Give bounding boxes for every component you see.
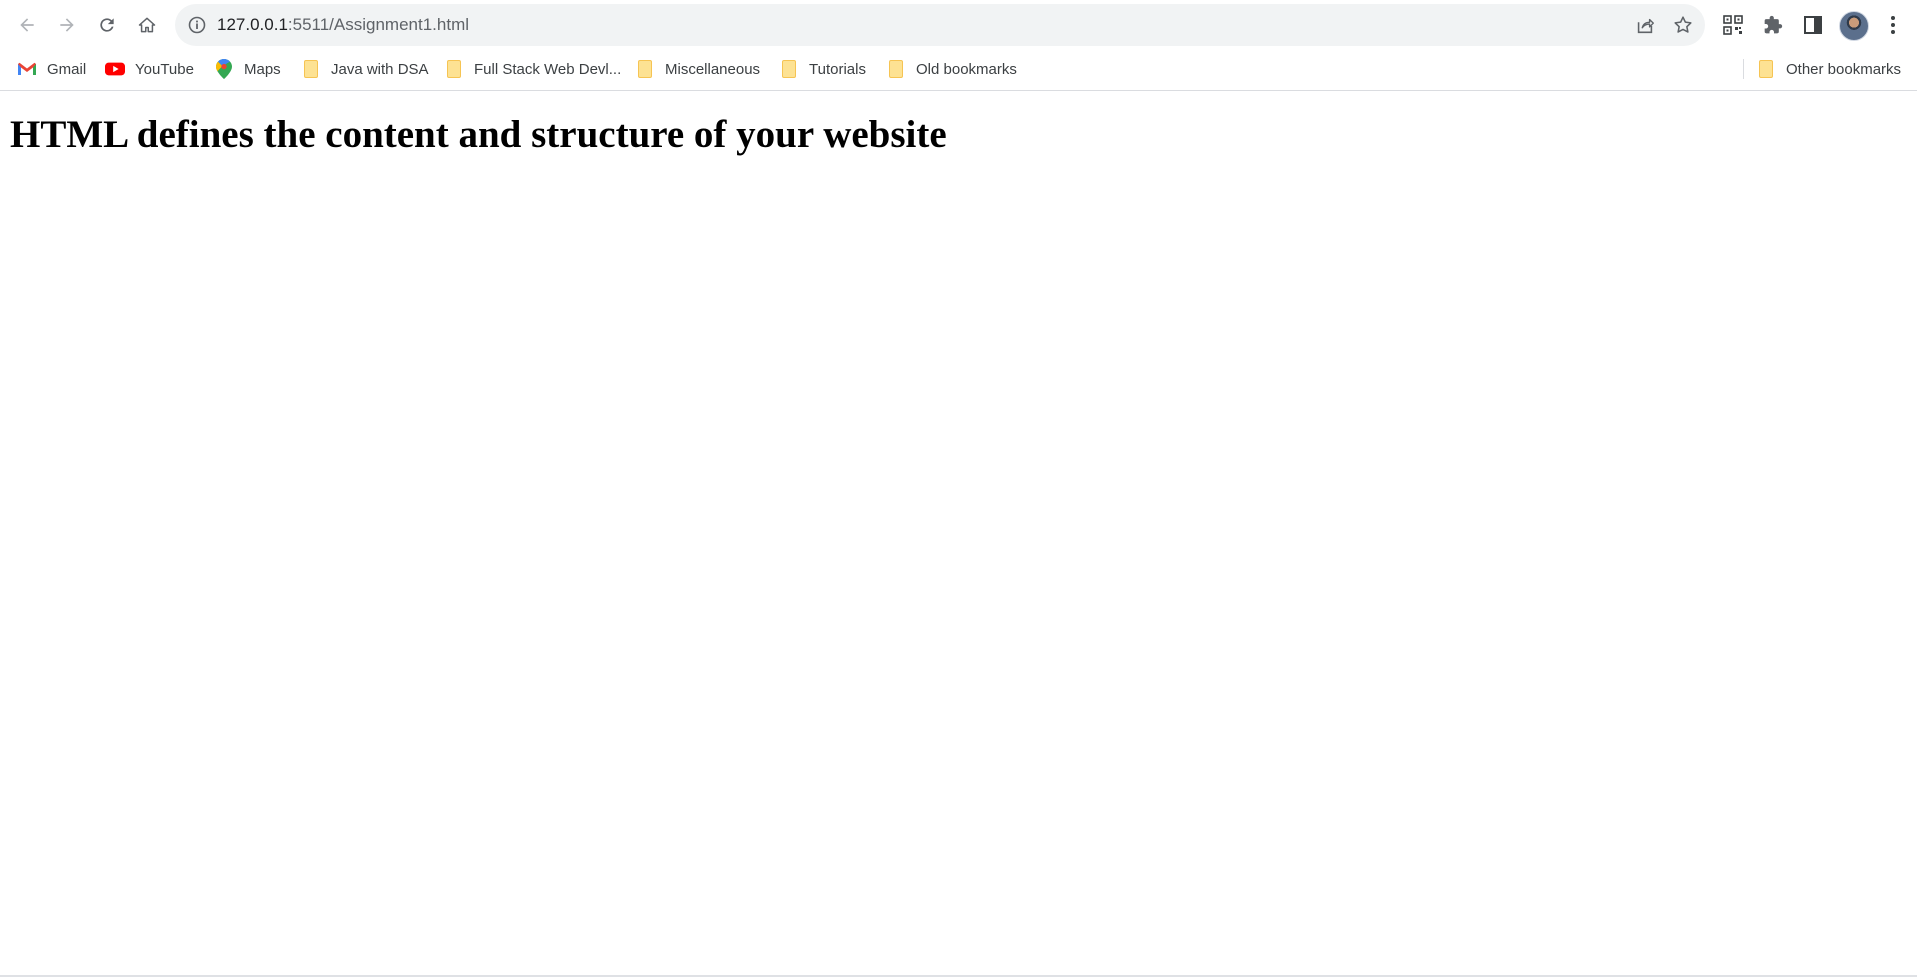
share-icon[interactable] bbox=[1634, 14, 1656, 36]
folder-icon bbox=[301, 59, 321, 79]
forward-button[interactable] bbox=[51, 9, 83, 41]
folder-icon bbox=[444, 59, 464, 79]
kebab-menu-icon bbox=[1891, 16, 1895, 34]
bookmark-folder-old-bookmarks[interactable]: Old bookmarks bbox=[886, 57, 1017, 81]
url-text[interactable]: 127.0.0.1:5511/Assignment1.html bbox=[217, 15, 469, 35]
bookmark-label: Tutorials bbox=[809, 60, 866, 78]
bookmark-label: YouTube bbox=[135, 60, 194, 78]
qr-code-button[interactable] bbox=[1720, 12, 1746, 38]
bookmark-label: Java with DSA bbox=[331, 60, 429, 78]
side-panel-icon bbox=[1804, 16, 1822, 34]
bookmark-folder-full-stack[interactable]: Full Stack Web Devl... bbox=[444, 57, 621, 81]
reload-icon bbox=[100, 18, 114, 32]
bookmark-label: Other bookmarks bbox=[1786, 60, 1902, 78]
bookmark-folder-tutorials[interactable]: Tutorials bbox=[779, 57, 866, 81]
bookmark-label: Maps bbox=[244, 60, 281, 78]
arrow-left-icon bbox=[20, 18, 34, 32]
back-button[interactable] bbox=[11, 9, 43, 41]
qr-code-icon bbox=[1723, 15, 1743, 35]
home-button[interactable] bbox=[131, 9, 163, 41]
bookmark-label: Gmail bbox=[47, 60, 87, 78]
folder-icon bbox=[779, 59, 799, 79]
home-icon bbox=[138, 17, 156, 33]
bookmark-label: Miscellaneous bbox=[665, 60, 761, 78]
browser-toolbar: 127.0.0.1:5511/Assignment1.html bbox=[0, 0, 1917, 50]
url-host: 127.0.0.1 bbox=[217, 15, 288, 34]
bookmark-folder-java-with-dsa[interactable]: Java with DSA bbox=[301, 57, 429, 81]
bookmark-folder-miscellaneous[interactable]: Miscellaneous bbox=[635, 57, 760, 81]
address-bar[interactable]: 127.0.0.1:5511/Assignment1.html bbox=[175, 4, 1705, 46]
star-icon[interactable] bbox=[1672, 14, 1694, 36]
puzzle-icon bbox=[1764, 15, 1783, 34]
bookmark-gmail[interactable]: Gmail bbox=[17, 57, 86, 81]
reload-button[interactable] bbox=[91, 9, 123, 41]
bookmark-maps[interactable]: Maps bbox=[214, 57, 281, 81]
info-icon[interactable] bbox=[187, 15, 207, 35]
side-panel-button[interactable] bbox=[1800, 12, 1826, 38]
youtube-icon bbox=[105, 59, 125, 79]
folder-icon bbox=[635, 59, 655, 79]
folder-icon bbox=[886, 59, 906, 79]
menu-button[interactable] bbox=[1880, 12, 1906, 38]
bookmark-youtube[interactable]: YouTube bbox=[105, 57, 194, 81]
url-path: :5511/Assignment1.html bbox=[287, 15, 470, 34]
bookmarks-separator bbox=[1743, 59, 1744, 79]
bookmark-label: Old bookmarks bbox=[916, 60, 1017, 78]
page-content: HTML defines the content and structure o… bbox=[0, 91, 1917, 975]
bookmark-label: Full Stack Web Devl... bbox=[474, 60, 622, 78]
profile-avatar[interactable] bbox=[1839, 11, 1869, 41]
maps-icon bbox=[214, 59, 234, 79]
gmail-icon bbox=[17, 59, 37, 79]
arrow-right-icon bbox=[60, 18, 74, 32]
bookmarks-bar: Gmail YouTube Maps Java with DSA Full St… bbox=[0, 50, 1917, 90]
extensions-button[interactable] bbox=[1760, 12, 1786, 38]
page-heading: HTML defines the content and structure o… bbox=[10, 113, 947, 156]
folder-icon bbox=[1756, 59, 1776, 79]
bookmark-folder-other-bookmarks[interactable]: Other bookmarks bbox=[1756, 57, 1901, 81]
